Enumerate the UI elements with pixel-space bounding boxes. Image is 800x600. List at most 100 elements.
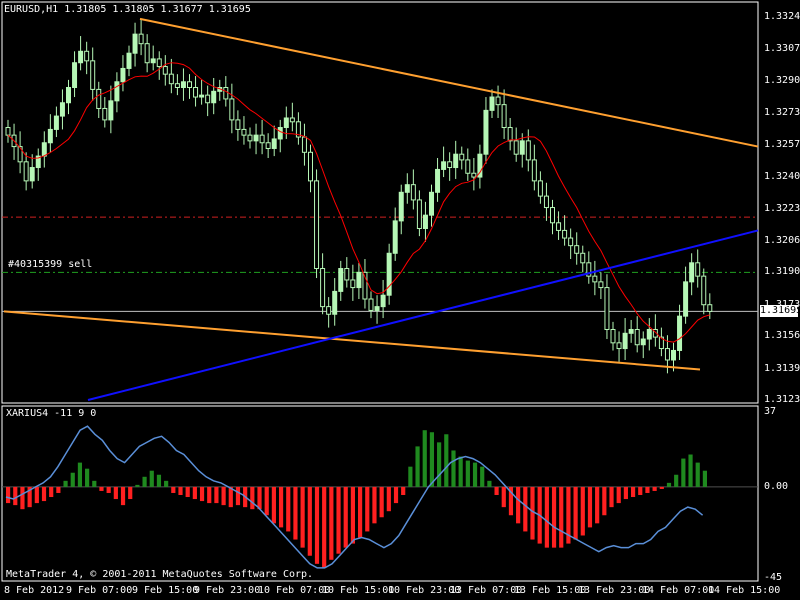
candle-body <box>180 81 186 89</box>
indicator-axis-tick: -45 <box>764 572 783 583</box>
candle-body <box>543 195 549 209</box>
candle-body <box>174 83 180 89</box>
indicator-bar <box>13 486 18 506</box>
candle-body <box>235 119 241 130</box>
candle-body <box>53 115 59 130</box>
indicator-bar <box>623 486 628 500</box>
indicator-bar <box>336 486 341 554</box>
candle-body <box>501 104 507 129</box>
indicator-bar <box>616 486 621 504</box>
price-axis-tick: 1.33240 <box>764 11 800 22</box>
indicator-bar <box>429 432 435 487</box>
candle-body <box>435 168 441 193</box>
indicator-bar <box>70 472 75 487</box>
candle-body <box>683 281 689 317</box>
time-axis-tick: 9 Feb 07:00 <box>66 585 133 596</box>
candle-body <box>144 43 150 64</box>
indicator-bar <box>451 450 456 487</box>
price-axis-tick: 1.32235 <box>764 202 800 214</box>
indicator-bar <box>264 486 269 516</box>
indicator-bar <box>695 462 700 487</box>
indicator-axis-tick: 37 <box>764 406 777 417</box>
indicator-bar <box>559 486 564 548</box>
candle-body <box>410 184 416 201</box>
candle-body <box>114 81 120 102</box>
candle-body <box>574 245 580 254</box>
indicator-bar <box>458 456 463 487</box>
price-axis-tick: 1.31565 <box>764 330 800 342</box>
indicator-bar <box>77 462 83 487</box>
indicator-bar <box>480 466 485 487</box>
time-axis-tick: 8 Feb 2012 <box>4 585 65 596</box>
candle-body <box>441 161 447 170</box>
time-axis-tick: 13 Feb 23:00 <box>578 585 651 596</box>
indicator-bar <box>34 486 39 504</box>
candle-body <box>314 180 320 270</box>
indicator-bar <box>99 486 104 491</box>
price-axis-tick: 1.31230 <box>764 394 800 405</box>
candle-body <box>495 96 501 106</box>
time-axis-tick: 10 Feb 07:00 <box>258 585 331 596</box>
indicator-bar <box>487 480 492 487</box>
candle-body <box>374 306 380 311</box>
candle-body <box>422 214 428 230</box>
candle-body <box>126 52 132 69</box>
indicator-bar <box>257 486 262 510</box>
candle-body <box>416 199 422 230</box>
candle-body <box>41 142 47 157</box>
indicator-bar <box>494 486 499 495</box>
candle-body <box>531 159 537 182</box>
candle-body <box>47 128 53 144</box>
indicator-bar <box>307 486 312 556</box>
candle-body <box>187 81 192 89</box>
price-axis-tick: 1.31395 <box>764 362 800 374</box>
indicator-bar <box>271 486 276 524</box>
indicator-bar <box>135 484 140 487</box>
candle-body <box>701 275 707 306</box>
candle-body <box>132 33 138 54</box>
candle-body <box>513 140 519 155</box>
candle-body <box>344 268 350 281</box>
indicator-bar <box>63 480 68 487</box>
candle-body <box>162 66 168 75</box>
candle-body <box>241 128 247 136</box>
indicator-bar <box>386 486 391 512</box>
indicator-bar <box>544 486 549 548</box>
candle-body <box>199 94 205 98</box>
candle-body <box>550 207 555 224</box>
candle-body <box>404 184 410 193</box>
indicator-bar <box>595 486 600 524</box>
candle-body <box>265 142 271 149</box>
indicator-bar <box>92 480 97 487</box>
candle-body <box>277 127 283 140</box>
indicator-bar <box>221 486 226 506</box>
price-axis-tick: 1.32905 <box>764 74 800 86</box>
candle-body <box>90 60 96 90</box>
indicator-bar <box>207 486 212 504</box>
candle-body <box>168 73 174 85</box>
indicator-axis-tick: 0.00 <box>764 480 789 492</box>
candle-body <box>519 140 525 155</box>
candle-body <box>308 151 313 182</box>
indicator-bar <box>343 486 348 548</box>
candle-body <box>59 102 65 117</box>
candle-body <box>229 98 235 121</box>
candle-body <box>102 107 108 121</box>
candle-body <box>664 348 670 361</box>
candle-body <box>356 271 362 289</box>
indicator-bar <box>702 470 707 487</box>
candle-body <box>429 191 434 216</box>
price-axis-tick: 1.31730 <box>764 298 800 310</box>
candle-body <box>610 328 616 344</box>
indicator-bar <box>199 486 205 502</box>
candle-body <box>253 134 259 142</box>
indicator-bar <box>530 486 535 540</box>
chart-canvas[interactable] <box>0 0 800 600</box>
candle-body <box>78 50 84 64</box>
indicator-bar <box>444 434 449 487</box>
candle-body <box>271 138 277 149</box>
candle-body <box>640 338 646 346</box>
time-axis-tick: 14 Feb 07:00 <box>642 585 715 596</box>
indicator-bar <box>415 446 420 487</box>
candle-body <box>671 349 676 361</box>
